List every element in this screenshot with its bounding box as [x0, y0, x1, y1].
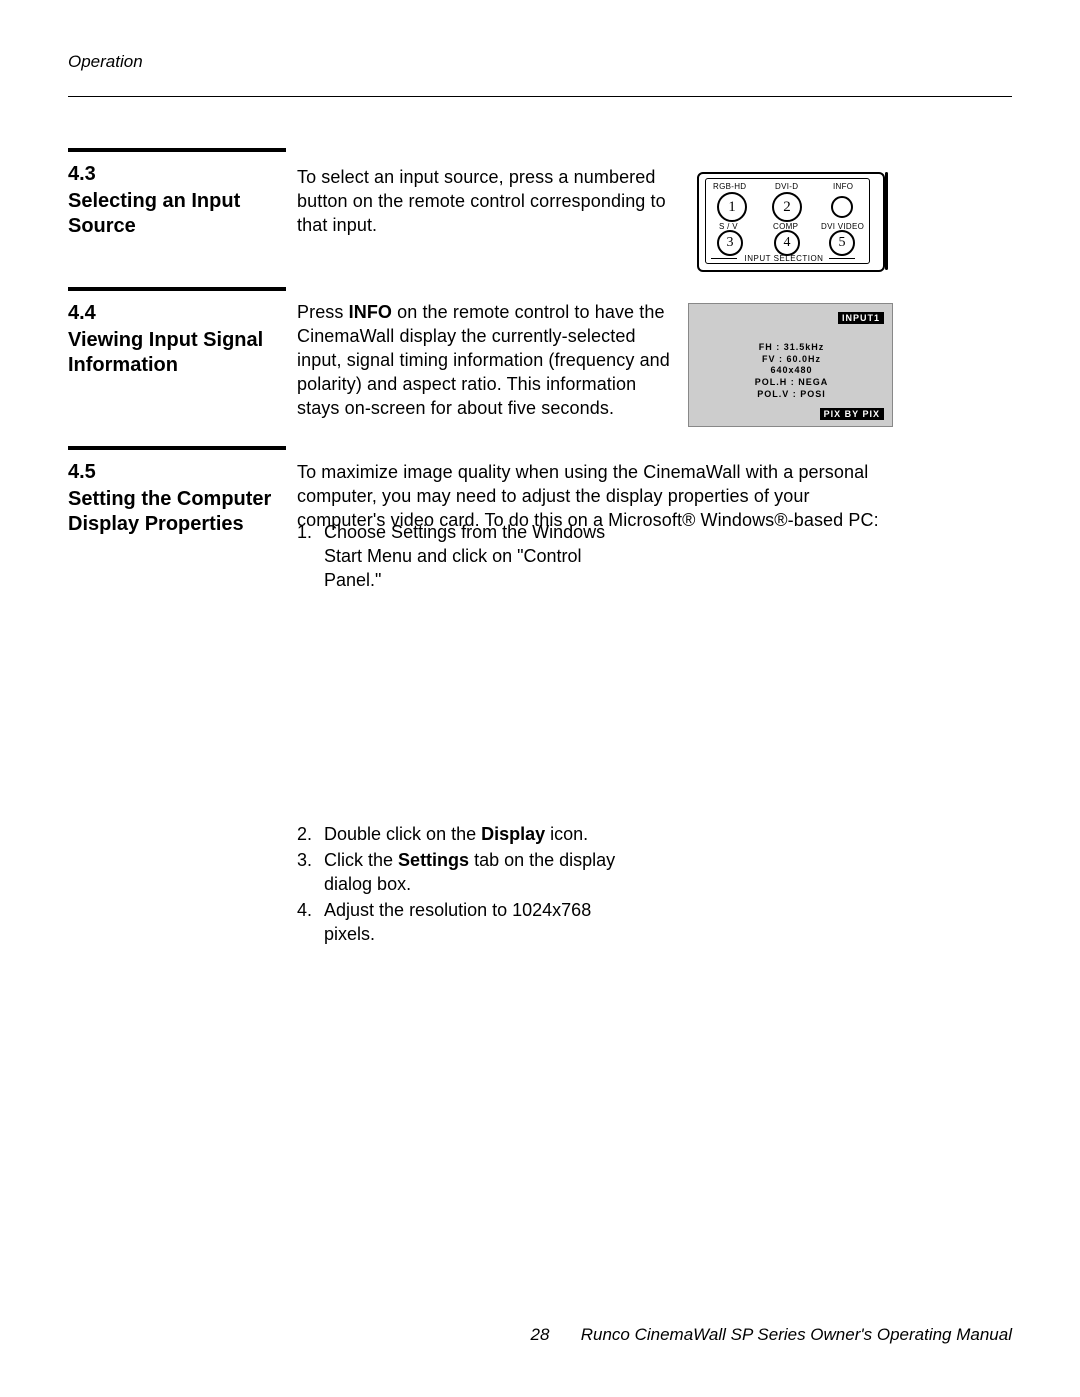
page-header-section: Operation — [68, 52, 143, 72]
step-2-pre: Double click on the — [324, 824, 481, 844]
label-dvid: DVI-D — [775, 182, 798, 191]
step-3-pre: Click the — [324, 850, 398, 870]
remote-footer-line-left — [711, 258, 737, 259]
remote-button-5[interactable]: 5 — [829, 230, 855, 256]
step-2-post: icon. — [545, 824, 588, 844]
osd-badge-input: INPUT1 — [838, 312, 884, 324]
step-4-text: Adjust the resolution to 1024x768 pixels… — [324, 898, 634, 946]
header-rule — [68, 96, 1012, 97]
osd-line-4: POL.H : NEGA — [739, 377, 844, 389]
remote-footer-text: INPUT SELECTION — [741, 254, 827, 263]
section-4-3-heading: 4.3 Selecting an Input Source — [68, 148, 286, 239]
osd-center-text: FH : 31.5kHz FV : 60.0Hz 640x480 POL.H :… — [739, 342, 844, 400]
section-4-4-body-pre: Press — [297, 302, 349, 322]
step-3: 3. Click the Settings tab on the display… — [297, 848, 634, 896]
remote-button-1[interactable]: 1 — [717, 192, 747, 222]
section-4-4-number: 4.4 — [68, 301, 286, 326]
step-2-bold: Display — [481, 824, 545, 844]
section-4-4-title: Viewing Input Signal Information — [68, 329, 263, 376]
manual-title-footer: Runco CinemaWall SP Series Owner's Opera… — [581, 1325, 1012, 1345]
remote-footer-line-right — [829, 258, 855, 259]
step-3-number: 3. — [297, 848, 319, 872]
section-4-5-number: 4.5 — [68, 460, 286, 485]
step-1-text: Choose Settings from the Windows Start M… — [324, 520, 634, 592]
section-4-3-number: 4.3 — [68, 162, 286, 187]
remote-button-info[interactable] — [831, 196, 853, 218]
step-4-number: 4. — [297, 898, 319, 922]
step-2-number: 2. — [297, 822, 319, 846]
remote-edge — [885, 172, 888, 270]
section-4-4-body: Press INFO on the remote control to have… — [297, 300, 677, 420]
section-4-3-title: Selecting an Input Source — [68, 190, 240, 237]
osd-line-2: FV : 60.0Hz — [739, 354, 844, 366]
remote-button-2[interactable]: 2 — [772, 192, 802, 222]
remote-button-3[interactable]: 3 — [717, 230, 743, 256]
section-4-5-title: Setting the Computer Display Properties — [68, 488, 271, 535]
section-4-3-body: To select an input source, press a numbe… — [297, 165, 667, 237]
osd-line-3: 640x480 — [739, 365, 844, 377]
osd-line-1: FH : 31.5kHz — [739, 342, 844, 354]
label-info: INFO — [833, 182, 853, 191]
osd-badge-pix: PIX BY PIX — [820, 408, 884, 420]
remote-control-figure: RGB-HD DVI-D INFO 1 2 S / V COMP DVI VID… — [697, 172, 893, 270]
section-4-5-heading: 4.5 Setting the Computer Display Propert… — [68, 446, 286, 537]
section-4-4-body-bold: INFO — [349, 302, 392, 322]
step-2-text: Double click on the Display icon. — [324, 822, 634, 846]
section-4-4-heading: 4.4 Viewing Input Signal Information — [68, 287, 286, 378]
step-3-bold: Settings — [398, 850, 469, 870]
osd-line-5: POL.V : POSI — [739, 389, 844, 401]
step-3-text: Click the Settings tab on the display di… — [324, 848, 634, 896]
step-1-number: 1. — [297, 520, 319, 544]
step-4: 4. Adjust the resolution to 1024x768 pix… — [297, 898, 634, 946]
label-rgbhd: RGB-HD — [713, 182, 746, 191]
remote-button-4[interactable]: 4 — [774, 230, 800, 256]
step-1: 1. Choose Settings from the Windows Star… — [297, 520, 634, 592]
step-2: 2. Double click on the Display icon. — [297, 822, 634, 846]
osd-info-figure: INPUT1 FH : 31.5kHz FV : 60.0Hz 640x480 … — [688, 303, 893, 427]
